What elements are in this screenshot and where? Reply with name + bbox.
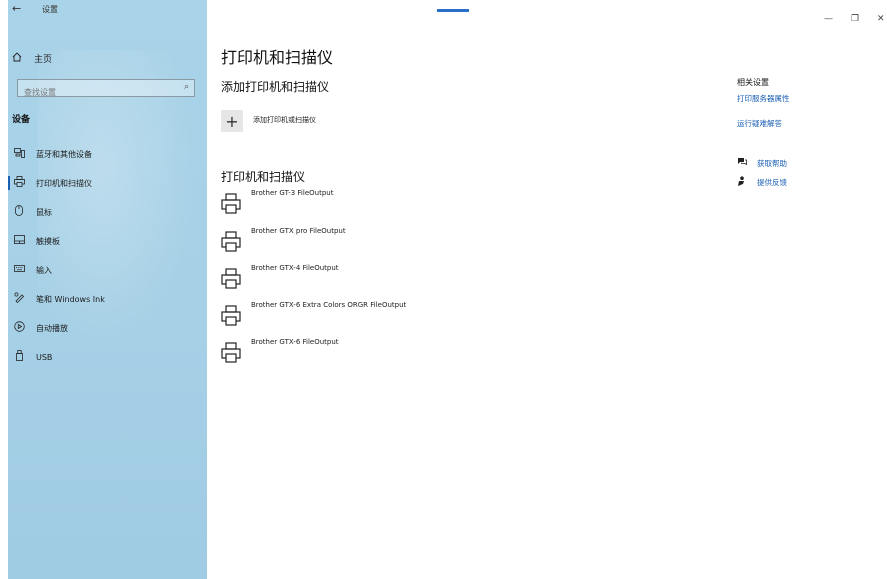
section-title: 设备: [12, 115, 31, 125]
progress-indicator: [437, 9, 469, 12]
printer-name: Brother GT-3 FileOutput: [251, 189, 334, 197]
printer-icon: [221, 231, 241, 252]
sidebar-item-pen[interactable]: 笔和 Windows Ink: [8, 288, 207, 310]
home-label: 主页: [34, 55, 53, 65]
printer-item[interactable]: Brother GT-3 FileOutput: [221, 189, 521, 219]
printer-item[interactable]: Brother GTX-4 FileOutput: [221, 264, 521, 294]
sidebar-item-label: 蓝牙和其他设备: [36, 149, 92, 159]
sidebar-item-label: 笔和 Windows Ink: [36, 294, 105, 304]
add-printer-label[interactable]: 添加打印机或扫描仪: [253, 115, 316, 125]
search-input[interactable]: [18, 84, 174, 101]
sidebar-item-printers[interactable]: 打印机和扫描仪: [8, 172, 207, 194]
title-bar: ← 设置: [8, 0, 207, 18]
home-icon: [12, 52, 26, 65]
printer-name: Brother GTX-6 FileOutput: [251, 338, 339, 346]
feedback-icon: [737, 176, 751, 189]
usb-icon: [10, 350, 28, 364]
printer-item[interactable]: Brother GTX-6 FileOutput: [221, 338, 521, 368]
print-server-properties-link[interactable]: 打印服务器属性: [737, 93, 790, 104]
printer-icon: [221, 193, 241, 214]
page-title: 打印机和扫描仪: [221, 48, 334, 67]
add-printer-button[interactable]: +: [221, 110, 243, 132]
get-help-label: 获取帮助: [757, 158, 787, 168]
printer-icon: [221, 305, 241, 326]
restore-button[interactable]: ❐: [851, 14, 859, 24]
search-icon[interactable]: ⌕: [184, 82, 189, 92]
back-button[interactable]: ←: [12, 2, 21, 15]
printer-icon: [10, 176, 28, 190]
keyboard-icon: [10, 265, 28, 275]
printer-name: Brother GTX-6 Extra Colors ORGR FileOutp…: [251, 301, 407, 309]
printer-item[interactable]: Brother GTX-6 Extra Colors ORGR FileOutp…: [221, 301, 521, 331]
window-title: 设置: [42, 5, 58, 14]
sidebar-item-mouse[interactable]: 鼠标: [8, 201, 207, 223]
related-settings-title: 相关设置: [737, 78, 769, 87]
help-chat-icon: [737, 157, 751, 169]
printer-item[interactable]: Brother GTX pro FileOutput: [221, 227, 521, 257]
sidebar-item-bluetooth[interactable]: 蓝牙和其他设备: [8, 143, 207, 165]
run-troubleshooter-link[interactable]: 运行疑难解答: [737, 118, 782, 129]
mouse-icon: [10, 205, 28, 219]
give-feedback-label: 提供反馈: [757, 178, 787, 187]
printer-icon: [221, 342, 241, 363]
search-box[interactable]: ⌕: [17, 79, 195, 101]
autoplay-icon: [10, 321, 28, 335]
printer-icon: [221, 268, 241, 289]
bluetooth-devices-icon: [10, 147, 28, 161]
add-section-title: 添加打印机和扫描仪: [221, 80, 330, 94]
minimize-button[interactable]: —: [824, 14, 833, 24]
sidebar: ← 设置 主页 ⌕ 设备 蓝牙和其他设备 打印机和扫描仪 鼠: [8, 0, 207, 579]
printers-list-title: 打印机和扫描仪: [221, 170, 306, 184]
printer-name: Brother GTX pro FileOutput: [251, 227, 346, 235]
sidebar-item-typing[interactable]: 输入: [8, 259, 207, 281]
sidebar-item-label: 自动播放: [36, 323, 68, 333]
sidebar-item-label: 输入: [36, 265, 52, 275]
sidebar-item-autoplay[interactable]: 自动播放: [8, 317, 207, 339]
sidebar-item-usb[interactable]: USB: [8, 346, 207, 368]
sidebar-item-touchpad[interactable]: 触摸板: [8, 230, 207, 252]
printer-name: Brother GTX-4 FileOutput: [251, 264, 339, 272]
sidebar-item-label: USB: [36, 352, 53, 362]
sidebar-item-label: 触摸板: [36, 236, 60, 246]
give-feedback-link[interactable]: 提供反馈: [737, 176, 787, 189]
touchpad-icon: [10, 235, 28, 247]
pen-icon: [10, 292, 28, 306]
get-help-link[interactable]: 获取帮助: [737, 157, 787, 169]
close-button[interactable]: ✕: [877, 14, 885, 24]
sidebar-item-label: 鼠标: [36, 207, 52, 217]
home-nav[interactable]: 主页: [12, 52, 52, 65]
sidebar-item-label: 打印机和扫描仪: [36, 178, 92, 188]
